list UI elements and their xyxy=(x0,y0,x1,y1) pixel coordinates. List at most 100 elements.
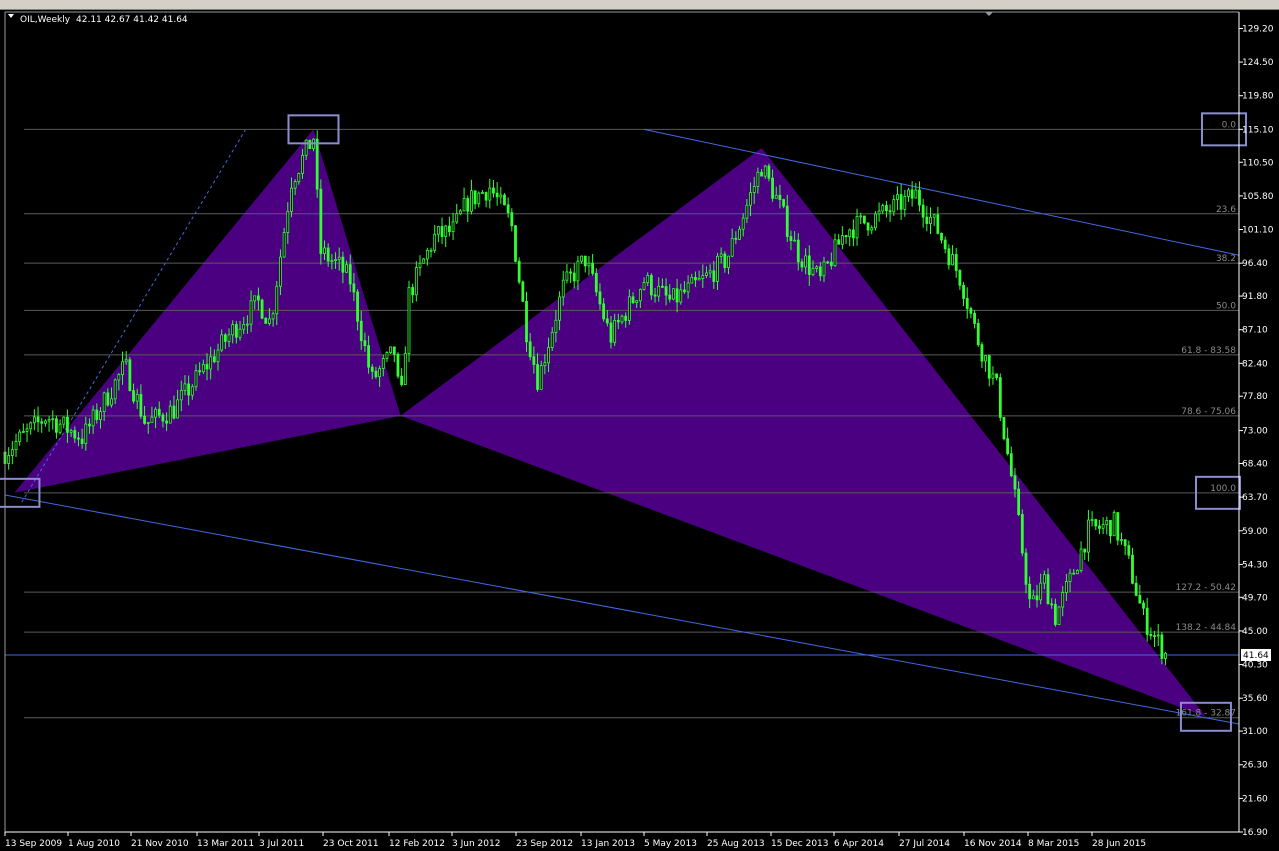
x-tick-label: 1 Aug 2010 xyxy=(68,839,120,849)
candle-body xyxy=(598,291,602,305)
candle-body xyxy=(1039,582,1043,601)
candle-body xyxy=(429,249,433,252)
candle-body xyxy=(451,221,455,233)
candle-body xyxy=(602,303,606,320)
candle-body xyxy=(903,196,907,210)
candle-body xyxy=(462,198,466,212)
candle-body xyxy=(1153,635,1156,638)
candle-body xyxy=(943,239,947,250)
candle-body xyxy=(514,225,517,262)
candle-body xyxy=(172,405,176,419)
candle-body xyxy=(308,139,312,150)
candle-body xyxy=(554,319,558,333)
y-tick-label: 63.70 xyxy=(1242,493,1268,503)
candle-body xyxy=(88,423,91,427)
x-tick-label: 28 Jun 2015 xyxy=(1092,839,1146,849)
price-chart[interactable]: 0.0 23.6 38.2 50.0 61.8 - 83.58 78.6 - 75.06 1… xyxy=(0,10,1279,851)
chart-header: OIL,Weekly 42.11 42.67 41.42 41.64 xyxy=(8,14,188,25)
candle-body xyxy=(899,194,903,210)
candle-body xyxy=(231,324,235,336)
fib-level-label: 50.0 xyxy=(1216,301,1236,311)
fib-level-label: 138.2 - 44.84 xyxy=(1176,623,1237,633)
fib-level-label: 23.6 xyxy=(1216,205,1236,215)
candle-body xyxy=(227,334,231,342)
candle-body xyxy=(771,177,774,199)
candle-body xyxy=(422,258,426,264)
candle-body xyxy=(32,416,36,424)
fib-level-label: 61.8 - 83.58 xyxy=(1181,346,1236,356)
y-tick-label: 82.40 xyxy=(1242,359,1268,369)
candle-body xyxy=(694,276,697,281)
y-tick-label: 87.10 xyxy=(1242,326,1268,336)
candle-body xyxy=(503,194,506,206)
candle-body xyxy=(407,287,411,354)
candle-body xyxy=(414,267,418,296)
candle-body xyxy=(77,437,80,440)
candle-body xyxy=(510,212,514,227)
candle-body xyxy=(631,296,635,304)
candle-body xyxy=(958,270,962,286)
fib-level-label: 0.0 xyxy=(1222,120,1237,130)
candle-body xyxy=(436,226,440,235)
candle-body xyxy=(1149,634,1153,637)
candle-body xyxy=(495,192,499,198)
chevron-down-icon[interactable] xyxy=(8,14,14,18)
candle-body xyxy=(99,411,102,420)
candle-body xyxy=(521,281,525,302)
candle-body xyxy=(932,214,936,218)
candle-body xyxy=(987,355,991,379)
candle-body xyxy=(888,210,892,213)
candle-body xyxy=(686,282,690,293)
x-tick-label: 27 Jul 2014 xyxy=(899,839,950,849)
candle-body xyxy=(444,225,448,237)
candle-body xyxy=(411,287,415,296)
candle-body xyxy=(580,255,584,262)
candle-body xyxy=(25,428,29,432)
candle-body xyxy=(539,365,543,390)
candle-body xyxy=(198,370,202,373)
candle-body xyxy=(697,277,701,281)
candle-body xyxy=(660,285,664,288)
candle-body xyxy=(1076,569,1079,575)
candle-body xyxy=(550,331,554,348)
candle-body xyxy=(381,358,385,369)
symbol-title: OIL,Weekly xyxy=(20,15,71,25)
candle-body xyxy=(822,261,826,277)
y-tick-label: 129.20 xyxy=(1242,24,1274,34)
candle-body xyxy=(330,260,334,262)
candle-body xyxy=(840,235,844,245)
candle-body xyxy=(1123,539,1127,547)
candle-body xyxy=(135,394,139,402)
candle-body xyxy=(150,416,154,423)
candle-body xyxy=(866,222,870,231)
candle-body xyxy=(143,415,146,424)
candle-body xyxy=(249,300,253,325)
y-tick-label: 101.10 xyxy=(1242,226,1274,236)
candle-body xyxy=(594,273,598,293)
candle-body xyxy=(1017,488,1021,515)
candle-body xyxy=(21,431,25,433)
candle-body xyxy=(701,275,705,279)
candle-body xyxy=(789,236,793,241)
candle-body xyxy=(492,187,495,194)
candle-body xyxy=(326,247,330,262)
candle-body xyxy=(690,276,694,284)
candle-body xyxy=(1050,603,1054,606)
candle-body xyxy=(66,416,69,433)
candle-body xyxy=(319,188,323,254)
candle-body xyxy=(558,296,561,321)
candle-body xyxy=(58,423,62,433)
candle-body xyxy=(635,300,639,304)
candle-body xyxy=(587,262,591,267)
candle-body xyxy=(378,368,382,378)
candle-body xyxy=(862,215,866,224)
candle-body xyxy=(1072,572,1076,575)
y-tick-label: 31.00 xyxy=(1242,727,1268,737)
candle-body xyxy=(209,356,213,370)
fib-level-label: 127.2 - 50.42 xyxy=(1176,583,1237,593)
candle-body xyxy=(18,431,22,442)
candle-body xyxy=(275,285,279,315)
candle-body xyxy=(363,340,367,347)
candle-body xyxy=(176,399,180,419)
y-tick-label: 124.50 xyxy=(1242,58,1274,68)
